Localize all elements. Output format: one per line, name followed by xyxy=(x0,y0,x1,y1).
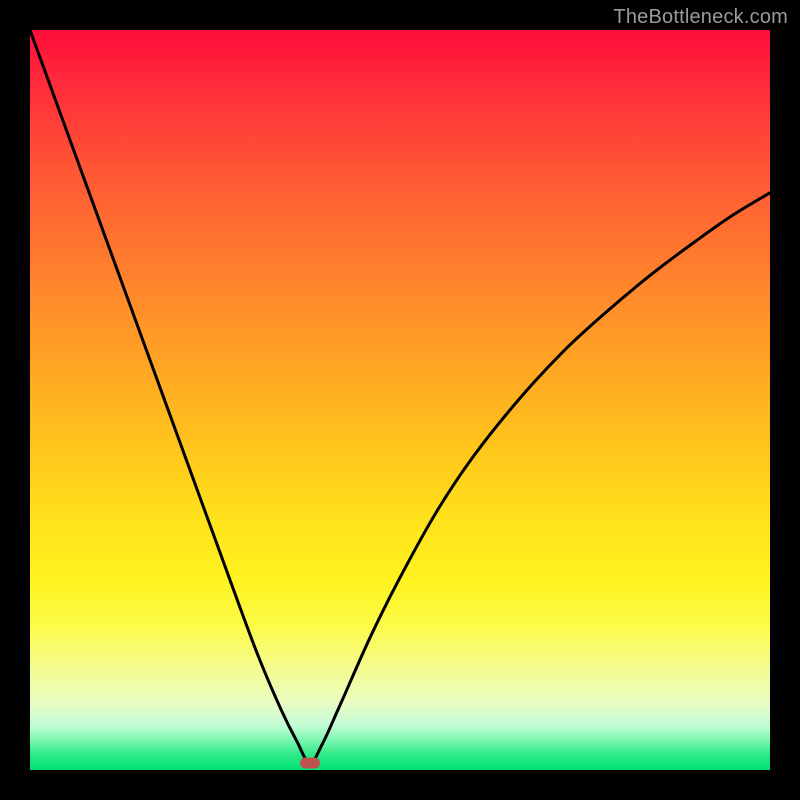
bottleneck-curve xyxy=(30,30,770,770)
watermark-text: TheBottleneck.com xyxy=(613,6,788,29)
plot-area xyxy=(30,30,770,770)
chart-frame: TheBottleneck.com xyxy=(0,0,800,800)
minimum-marker xyxy=(300,757,320,768)
